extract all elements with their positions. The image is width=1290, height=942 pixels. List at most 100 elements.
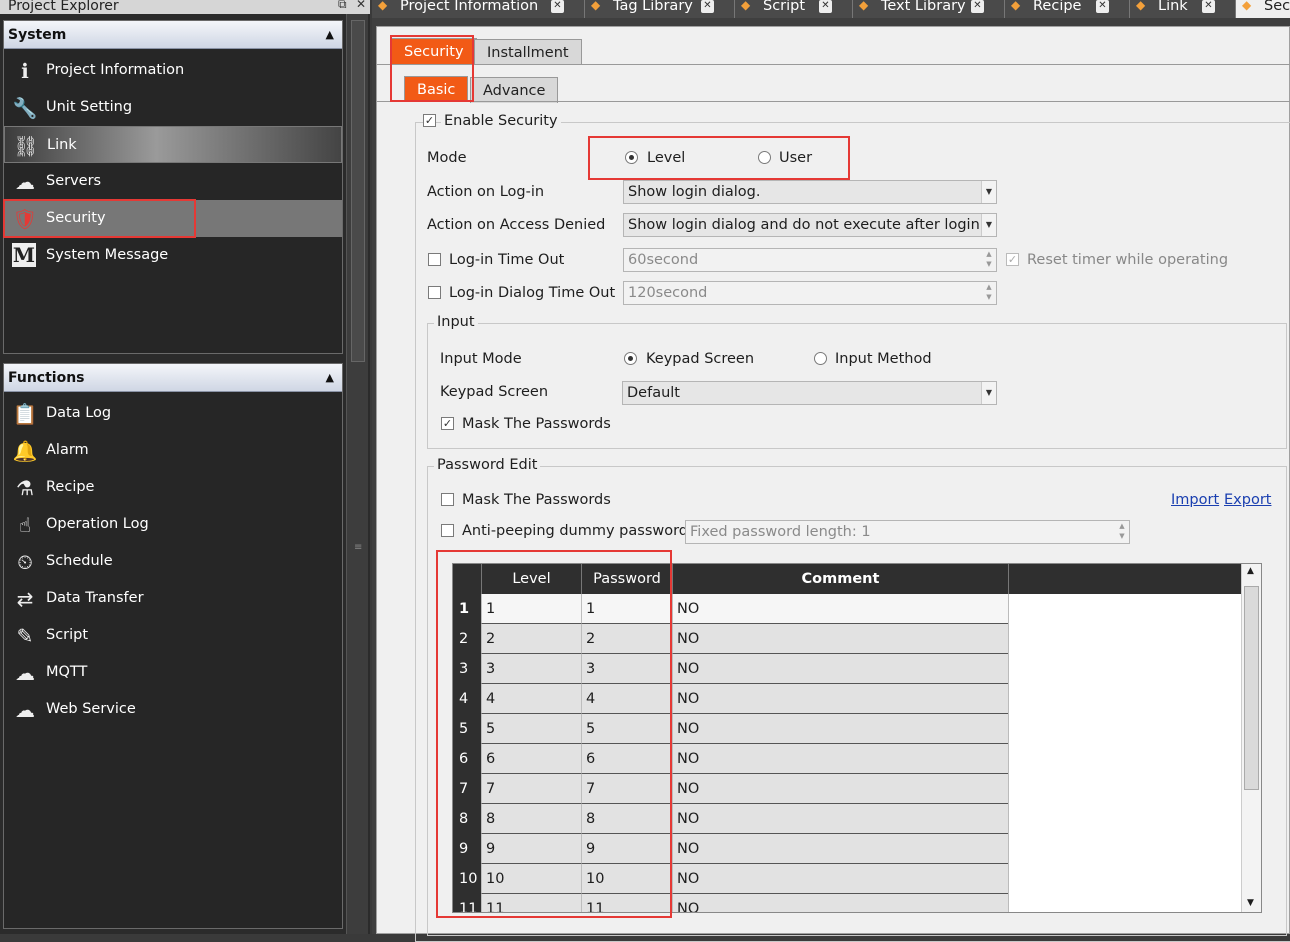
dialog-timeout-value: 120second	[628, 285, 708, 301]
login-action-label: Action on Log-in	[427, 184, 545, 200]
collapse-icon[interactable]: ▲	[326, 21, 334, 49]
cell-comment[interactable]: NO	[672, 894, 1008, 912]
cell-comment[interactable]: NO	[672, 684, 1008, 714]
tab-installment[interactable]: Installment	[474, 39, 582, 65]
sidebar-item-unit-setting[interactable]: 🔧 Unit Setting	[4, 89, 342, 126]
input-keypad-label[interactable]: Keypad Screen	[646, 351, 754, 367]
sidebar-item-web-service[interactable]: ☁ Web Service	[4, 691, 342, 728]
export-link[interactable]: Export	[1224, 492, 1271, 508]
login-timeout-checkbox[interactable]	[428, 253, 441, 266]
sidebar-item-project-information[interactable]: ℹ Project Information	[4, 52, 342, 89]
dialog-timeout-checkbox[interactable]	[428, 286, 441, 299]
close-tab-icon[interactable]: ✕	[1202, 0, 1215, 13]
table-scrollbar[interactable]: ▲ ▼	[1241, 564, 1261, 912]
sidebar-item-data-log[interactable]: 📋 Data Log	[4, 395, 342, 432]
data-log-icon: 📋	[12, 401, 38, 426]
close-tab-icon[interactable]: ✕	[701, 0, 714, 13]
cell-comment[interactable]: NO	[672, 744, 1008, 774]
close-tab-icon[interactable]: ✕	[971, 0, 984, 13]
spinner-icon[interactable]: ▲ ▼	[1115, 521, 1129, 543]
collapse-icon[interactable]: ▲	[326, 364, 334, 392]
script-icon: ✎	[16, 623, 34, 648]
keypad-screen-select[interactable]: Default ▼	[622, 381, 997, 405]
reset-timer-checkbox[interactable]: ✓	[1006, 253, 1019, 266]
spinner-icon[interactable]: ▲ ▼	[982, 282, 996, 304]
doc-tab-project-information[interactable]: ◆ Project Information ✕	[372, 0, 585, 18]
close-tab-icon[interactable]: ✕	[819, 0, 832, 13]
tab-doc-icon: ◆	[378, 0, 388, 12]
splitter-grip-icon[interactable]: ≡	[354, 542, 362, 553]
explorer-splitter[interactable]: ≡	[346, 14, 368, 934]
tab-advance[interactable]: Advance	[470, 77, 559, 103]
sidebar-item-alarm[interactable]: 🔔 Alarm	[4, 432, 342, 469]
cell-comment[interactable]: NO	[672, 804, 1008, 834]
sidebar-item-label: Web Service	[46, 701, 136, 717]
sidebar-item-script[interactable]: ✎ Script	[4, 617, 342, 654]
scroll-up-icon[interactable]: ▲	[1247, 566, 1254, 576]
sidebar-item-recipe[interactable]: ⚗ Recipe	[4, 469, 342, 506]
cell-comment[interactable]: NO	[672, 834, 1008, 864]
cell-comment[interactable]: NO	[672, 654, 1008, 684]
sidebar-item-label: Data Transfer	[46, 590, 144, 606]
doc-tab-label: Project Information	[400, 0, 539, 14]
cell-comment[interactable]: NO	[672, 774, 1008, 804]
sidebar-item-label: Script	[46, 627, 89, 643]
sidebar-item-schedule[interactable]: ⏲ Schedule	[4, 543, 342, 580]
dummy-password-input[interactable]: Fixed password length: 1 ▲ ▼	[685, 520, 1130, 544]
cell-empty	[1008, 804, 1242, 834]
cell-empty	[1008, 684, 1242, 714]
close-icon[interactable]: ✕	[356, 0, 366, 11]
scroll-down-icon[interactable]: ▼	[1247, 898, 1254, 908]
scrollbar-thumb[interactable]	[1244, 586, 1259, 790]
chevron-down-icon[interactable]: ▼	[981, 382, 996, 404]
doc-tab-tag-library[interactable]: ◆ Tag Library ✕	[585, 0, 735, 18]
chevron-down-icon[interactable]: ▼	[981, 214, 996, 236]
spinner-icon[interactable]: ▲ ▼	[982, 249, 996, 271]
restore-icon[interactable]: ⧉	[338, 0, 347, 12]
info-icon: ℹ	[21, 58, 29, 83]
input-keypad-radio[interactable]	[624, 352, 637, 365]
sidebar-item-system-message[interactable]: M System Message	[4, 237, 342, 274]
cell-comment[interactable]: NO	[672, 714, 1008, 744]
column-header-comment[interactable]: Comment	[672, 564, 1008, 594]
sidebar-item-servers[interactable]: ☁ Servers	[4, 163, 342, 200]
enable-security-checkbox[interactable]: ✓	[423, 114, 436, 127]
cell-comment[interactable]: NO	[672, 624, 1008, 654]
dummy-password-checkbox[interactable]	[441, 524, 454, 537]
tab-doc-icon: ◆	[859, 0, 869, 12]
login-action-value: Show login dialog.	[628, 184, 761, 200]
dialog-timeout-input[interactable]: 120second ▲ ▼	[623, 281, 997, 305]
explorer-title: Project Explorer	[0, 0, 370, 14]
input-method-radio[interactable]	[814, 352, 827, 365]
doc-tab-secu[interactable]: ◆ Secu	[1236, 0, 1290, 18]
input-mode-label: Input Mode	[440, 351, 522, 367]
doc-tab-link[interactable]: ◆ Link ✕	[1130, 0, 1236, 18]
cell-comment[interactable]: NO	[672, 594, 1008, 624]
access-denied-select[interactable]: Show login dialog and do not execute aft…	[623, 213, 997, 237]
doc-tab-recipe[interactable]: ◆ Recipe ✕	[1005, 0, 1130, 18]
chevron-down-icon[interactable]: ▼	[981, 181, 996, 203]
cell-comment[interactable]: NO	[672, 864, 1008, 894]
import-link[interactable]: Import	[1171, 492, 1219, 508]
login-timeout-value: 60second	[628, 252, 699, 268]
sidebar-item-operation-log[interactable]: ☝ Operation Log	[4, 506, 342, 543]
system-panel-header[interactable]: System ▲	[4, 21, 342, 49]
sidebar-item-mqtt[interactable]: ☁ MQTT	[4, 654, 342, 691]
input-method-label[interactable]: Input Method	[835, 351, 932, 367]
tab-doc-icon: ◆	[1011, 0, 1021, 12]
input-mask-checkbox[interactable]: ✓	[441, 417, 454, 430]
functions-header-label: Functions	[8, 370, 85, 386]
doc-tab-text-library[interactable]: ◆ Text Library ✕	[853, 0, 1005, 18]
close-tab-icon[interactable]: ✕	[551, 0, 564, 13]
sidebar-item-link[interactable]: ⛓ Link	[4, 126, 342, 163]
doc-tab-label: Link	[1158, 0, 1188, 14]
doc-tab-script[interactable]: ◆ Script ✕	[735, 0, 853, 18]
login-timeout-input[interactable]: 60second ▲ ▼	[623, 248, 997, 272]
cell-empty	[1008, 714, 1242, 744]
close-tab-icon[interactable]: ✕	[1096, 0, 1109, 13]
pwd-mask-checkbox[interactable]	[441, 493, 454, 506]
explorer-scrollbar[interactable]	[351, 20, 365, 362]
sidebar-item-data-transfer[interactable]: ⇄ Data Transfer	[4, 580, 342, 617]
login-action-select[interactable]: Show login dialog. ▼	[623, 180, 997, 204]
functions-panel-header[interactable]: Functions ▲	[4, 364, 342, 392]
